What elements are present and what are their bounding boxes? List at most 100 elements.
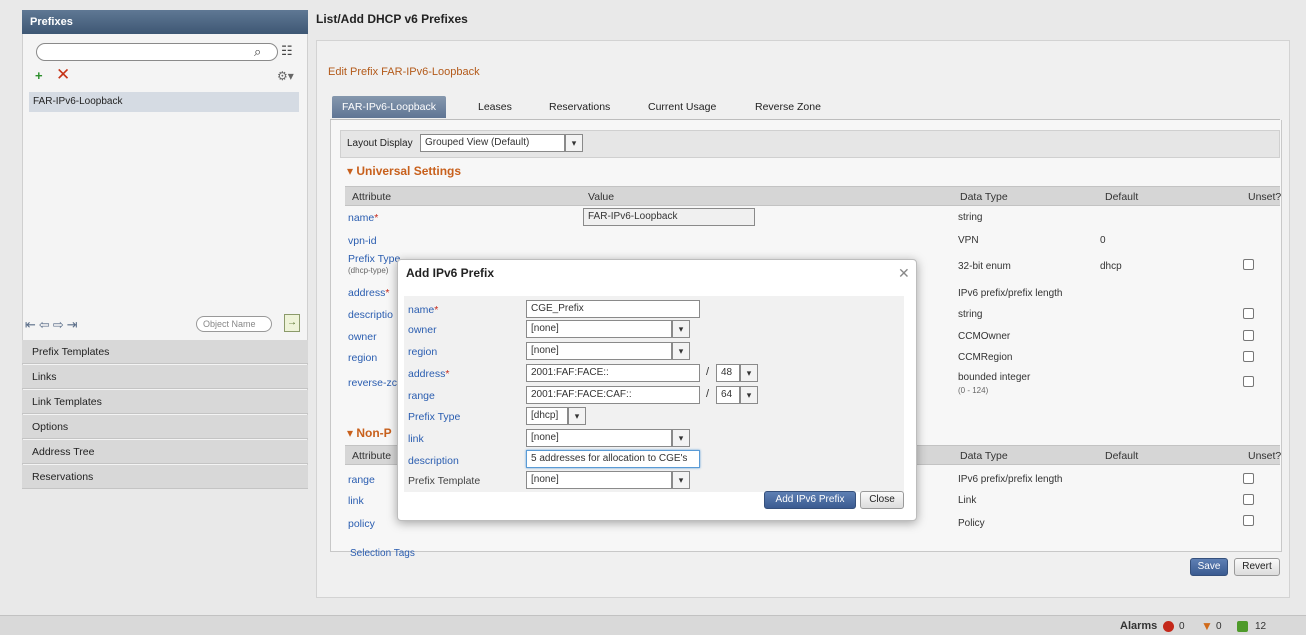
attr-owner[interactable]: owner xyxy=(348,331,377,343)
delete-icon[interactable]: ✕ xyxy=(56,66,70,83)
unset-checkbox[interactable] xyxy=(1243,351,1254,362)
object-name-input[interactable]: Object Name xyxy=(196,316,272,332)
ok-alarm-count: 12 xyxy=(1255,621,1267,632)
chevron-down-icon[interactable]: ▾ xyxy=(672,320,690,338)
label-text: address xyxy=(408,368,446,380)
tab-far-ipv6-loopback[interactable]: FAR-IPv6-Loopback xyxy=(332,96,446,118)
attr-policy[interactable]: policy xyxy=(348,518,375,530)
last-arrow-icon[interactable]: ⇥ xyxy=(67,317,81,332)
range-prefix-length[interactable]: 64 xyxy=(716,386,740,404)
search-icon[interactable]: ⌕ xyxy=(254,45,261,58)
selection-tags[interactable]: Selection Tags xyxy=(350,548,415,559)
name-value-input[interactable]: FAR-IPv6-Loopback xyxy=(583,208,755,226)
search-input[interactable] xyxy=(36,43,278,61)
chevron-down-icon[interactable]: ▾ xyxy=(565,134,583,152)
type-cell: string xyxy=(958,309,983,320)
navigation-arrows[interactable]: ⇤⇦⇨⇥ xyxy=(25,317,81,333)
header-data-type: Data Type xyxy=(960,450,1008,462)
add-ipv6-prefix-button[interactable]: Add IPv6 Prefix xyxy=(764,491,856,509)
type-cell: IPv6 prefix/prefix length xyxy=(958,474,1063,485)
attr-range[interactable]: range xyxy=(348,474,375,486)
type-cell: CCMRegion xyxy=(958,352,1013,363)
header-value: Value xyxy=(588,191,615,203)
prev-arrow-icon[interactable]: ⇦ xyxy=(39,317,53,332)
attr-link[interactable]: link xyxy=(348,495,364,507)
object-go-button[interactable]: → xyxy=(284,314,300,332)
field-label-prefix-type: Prefix Type xyxy=(408,411,461,423)
type-cell: bounded integer xyxy=(958,372,1031,383)
type-cell: VPN xyxy=(958,235,979,246)
attr-vpn-id[interactable]: vpn-id xyxy=(348,235,377,247)
revert-button[interactable]: Revert xyxy=(1234,558,1280,576)
attr-region[interactable]: region xyxy=(348,352,377,364)
add-icon[interactable]: + xyxy=(35,69,43,82)
nav-prefix-templates[interactable]: Prefix Templates xyxy=(22,340,308,364)
description-input[interactable]: 5 addresses for allocation to CGE's xyxy=(526,450,700,468)
nav-address-tree[interactable]: Address Tree xyxy=(22,440,308,464)
slash-separator: / xyxy=(706,366,710,378)
address-prefix-length[interactable]: 48 xyxy=(716,364,740,382)
attr-label: address xyxy=(348,287,386,299)
slash-separator: / xyxy=(706,388,710,400)
nav-link-templates[interactable]: Link Templates xyxy=(22,390,308,414)
chevron-down-icon[interactable]: ▾ xyxy=(672,429,690,447)
tab-reverse-zone[interactable]: Reverse Zone xyxy=(745,96,831,118)
alarms-label[interactable]: Alarms xyxy=(1120,620,1157,632)
critical-alarm-icon[interactable] xyxy=(1163,621,1174,632)
chevron-down-icon[interactable]: ▾ xyxy=(568,407,586,425)
unset-checkbox[interactable] xyxy=(1243,473,1254,484)
field-label-link: link xyxy=(408,433,424,445)
nav-reservations[interactable]: Reservations xyxy=(22,465,308,489)
unset-checkbox[interactable] xyxy=(1243,330,1254,341)
region-select[interactable]: [none] xyxy=(526,342,672,360)
tree-icon[interactable]: ☷ xyxy=(281,44,293,57)
attr-prefix-type[interactable]: Prefix Type xyxy=(348,253,400,265)
ok-alarm-icon[interactable] xyxy=(1237,621,1248,632)
table-header xyxy=(345,186,1280,206)
warning-alarm-icon[interactable]: ▼ xyxy=(1201,619,1213,633)
attr-address[interactable]: address* xyxy=(348,287,389,299)
unset-checkbox[interactable] xyxy=(1243,494,1254,505)
prefix-template-select[interactable]: [none] xyxy=(526,471,672,489)
chevron-down-icon[interactable]: ▾ xyxy=(740,386,758,404)
address-input[interactable]: 2001:FAF:FACE:: xyxy=(526,364,700,382)
attr-description[interactable]: descriptio xyxy=(348,309,393,321)
nav-options[interactable]: Options xyxy=(22,415,308,439)
name-input[interactable]: CGE_Prefix xyxy=(526,300,700,318)
close-button[interactable]: Close xyxy=(860,491,904,509)
list-item[interactable]: FAR-IPv6-Loopback xyxy=(29,92,299,112)
tab-current-usage[interactable]: Current Usage xyxy=(638,96,726,118)
unset-checkbox[interactable] xyxy=(1243,376,1254,387)
nav-links[interactable]: Links xyxy=(22,365,308,389)
unset-checkbox[interactable] xyxy=(1243,308,1254,319)
layout-display-select[interactable]: Grouped View (Default) xyxy=(420,134,565,152)
unset-checkbox[interactable] xyxy=(1243,259,1254,270)
attr-reverse-zone[interactable]: reverse-zc xyxy=(348,377,397,389)
chevron-down-icon[interactable]: ▾ xyxy=(672,471,690,489)
prefix-type-select[interactable]: [dhcp] xyxy=(526,407,568,425)
type-cell: Link xyxy=(958,495,977,506)
first-arrow-icon[interactable]: ⇤ xyxy=(25,317,39,332)
status-bar xyxy=(0,615,1306,635)
chevron-down-icon[interactable]: ▾ xyxy=(740,364,758,382)
owner-select[interactable]: [none] xyxy=(526,320,672,338)
type-cell: 32-bit enum xyxy=(958,261,1011,272)
field-label-address: address* xyxy=(408,368,450,380)
tab-reservations[interactable]: Reservations xyxy=(539,96,620,118)
settings-icon[interactable]: ⚙▾ xyxy=(277,70,294,82)
link-select[interactable]: [none] xyxy=(526,429,672,447)
save-button[interactable]: Save xyxy=(1190,558,1228,576)
field-label-owner: owner xyxy=(408,324,437,336)
universal-settings-heading[interactable]: ▾ Universal Settings xyxy=(347,164,461,178)
field-label-range: range xyxy=(408,390,435,402)
next-arrow-icon[interactable]: ⇨ xyxy=(53,317,67,332)
attr-name[interactable]: name* xyxy=(348,212,378,224)
close-icon[interactable]: ✕ xyxy=(898,265,910,282)
chevron-down-icon[interactable]: ▾ xyxy=(672,342,690,360)
range-input[interactable]: 2001:FAF:FACE:CAF:: xyxy=(526,386,700,404)
section-title-text: Universal Settings xyxy=(356,164,462,178)
unset-checkbox[interactable] xyxy=(1243,515,1254,526)
non-prefix-settings-heading[interactable]: ▾ Non-P xyxy=(347,426,392,440)
edit-title: Edit Prefix FAR-IPv6-Loopback xyxy=(328,66,480,78)
tab-leases[interactable]: Leases xyxy=(468,96,522,118)
